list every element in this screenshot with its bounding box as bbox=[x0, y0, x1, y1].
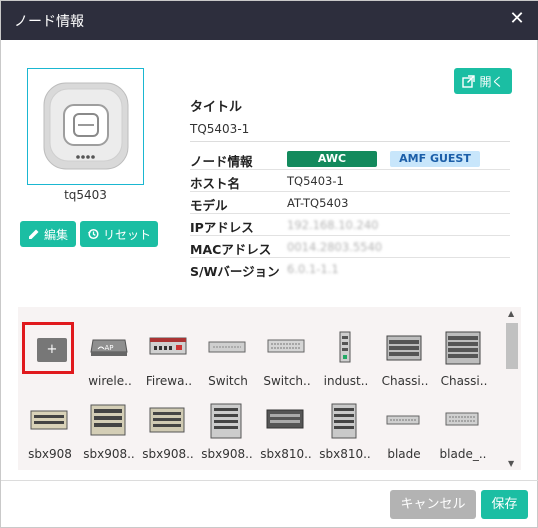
gallery-item-switch-2[interactable]: Switch.. bbox=[257, 322, 315, 388]
scrollbar-thumb[interactable] bbox=[506, 323, 518, 369]
gallery-label: Firewa.. bbox=[145, 374, 193, 388]
gallery-item-sbx908-2[interactable]: sbx908.. bbox=[79, 395, 137, 461]
gallery-item-chassis[interactable]: Chassi.. bbox=[375, 322, 433, 388]
gallery-label: sbx908.. bbox=[83, 447, 135, 461]
wireless-ap-icon: AP bbox=[90, 339, 128, 356]
gallery-label: indust.. bbox=[323, 374, 369, 388]
node-thumbnail bbox=[27, 68, 144, 185]
scroll-up-icon[interactable]: ▲ bbox=[508, 309, 514, 318]
row-value: 192.168.10.240 bbox=[287, 218, 379, 232]
pencil-icon bbox=[28, 229, 39, 239]
gallery-label: Switch bbox=[208, 374, 248, 388]
add-icon-button[interactable]: + bbox=[37, 338, 67, 362]
dialog-titlebar: ノード情報 ✕ bbox=[1, 1, 538, 40]
close-icon[interactable]: ✕ bbox=[507, 8, 527, 30]
gallery-item-blade-2[interactable]: blade_.. bbox=[433, 395, 491, 461]
row-key: MACアドレス bbox=[190, 242, 272, 257]
switch-icon bbox=[267, 339, 305, 353]
node-info-dialog: ノード情報 ✕ tq5403 編集 リセット 開く タイトル TQ5403-1 … bbox=[0, 0, 538, 528]
external-link-icon bbox=[462, 74, 476, 88]
node-label: tq5403 bbox=[64, 188, 107, 202]
open-button-label: 開く bbox=[479, 74, 504, 89]
title-heading: タイトル bbox=[190, 100, 243, 115]
switch-icon bbox=[208, 341, 246, 353]
gallery-scrollbar[interactable]: ▲ ▼ bbox=[505, 309, 519, 468]
gallery-label: sbx908.. bbox=[201, 447, 253, 461]
row-value: AT-TQ5403 bbox=[287, 196, 349, 210]
svg-text:AP: AP bbox=[104, 344, 113, 352]
sbx810-icon bbox=[331, 403, 357, 439]
blade-icon bbox=[386, 415, 420, 425]
gallery-item-industrial[interactable]: indust.. bbox=[316, 322, 374, 388]
sbx810-icon bbox=[266, 409, 304, 429]
open-button[interactable]: 開く bbox=[454, 68, 512, 94]
row-key: IPアドレス bbox=[190, 220, 254, 235]
model-row: モデル AT-TQ5403 bbox=[190, 192, 510, 214]
hostname-row: ホスト名 TQ5403-1 bbox=[190, 170, 510, 192]
row-key: S/Wバージョン bbox=[190, 264, 280, 279]
add-icon-highlight: + bbox=[22, 322, 74, 374]
edit-button-label: 編集 bbox=[43, 227, 68, 242]
gallery-label: sbx810.. bbox=[319, 447, 371, 461]
reset-button[interactable]: リセット bbox=[80, 221, 158, 247]
gallery-item-sbx908[interactable]: sbx908 bbox=[20, 395, 78, 461]
history-icon bbox=[87, 228, 99, 240]
gallery-item-wireless[interactable]: AP wirele.. bbox=[80, 322, 138, 388]
row-value: TQ5403-1 bbox=[287, 174, 344, 188]
gallery-item-sbx908-4[interactable]: sbx908.. bbox=[197, 395, 255, 461]
scroll-down-icon[interactable]: ▼ bbox=[508, 459, 514, 468]
gallery-item-firewall[interactable]: Firewa.. bbox=[139, 322, 197, 388]
ip-address-row: IPアドレス 192.168.10.240 bbox=[190, 214, 510, 236]
gallery-item-sbx810[interactable]: sbx810.. bbox=[256, 395, 314, 461]
gallery-item-chassis-2[interactable]: Chassi.. bbox=[434, 322, 492, 388]
chassis-icon bbox=[386, 335, 422, 361]
gallery-label: Chassi.. bbox=[381, 374, 429, 388]
row-value: 6.0.1-1.1 bbox=[287, 262, 339, 276]
row-key: ホスト名 bbox=[190, 176, 241, 191]
row-value: 0014.2803.5540 bbox=[287, 240, 383, 254]
industrial-switch-icon bbox=[339, 331, 351, 363]
title-value: TQ5403-1 bbox=[190, 122, 510, 142]
save-button[interactable]: 保存 bbox=[481, 490, 528, 519]
sbx908-icon bbox=[90, 404, 126, 436]
gallery-label: Chassi.. bbox=[440, 374, 488, 388]
sbx908-icon bbox=[149, 407, 185, 433]
edit-button[interactable]: 編集 bbox=[20, 221, 76, 247]
gallery-item-switch[interactable]: Switch bbox=[198, 322, 256, 388]
gallery-item-sbx810-2[interactable]: sbx810.. bbox=[315, 395, 373, 461]
gallery-label: Switch.. bbox=[263, 374, 311, 388]
sbx908-icon bbox=[30, 410, 68, 430]
chassis-icon bbox=[445, 331, 481, 365]
footer-divider bbox=[1, 480, 538, 481]
gallery-label: sbx908 bbox=[28, 447, 72, 461]
amf-guest-badge: AMF GUEST bbox=[390, 151, 480, 167]
gallery-label: blade bbox=[387, 447, 421, 461]
sw-version-row: S/Wバージョン 6.0.1-1.1 bbox=[190, 258, 510, 280]
gallery-label: sbx908.. bbox=[142, 447, 194, 461]
firewall-icon bbox=[149, 337, 187, 355]
gallery-item-blade[interactable]: blade bbox=[374, 395, 432, 461]
reset-button-label: リセット bbox=[102, 227, 151, 242]
mac-address-row: MACアドレス 0014.2803.5540 bbox=[190, 236, 510, 258]
gallery-label: wirele.. bbox=[88, 374, 132, 388]
awc-badge: AWC bbox=[287, 151, 377, 167]
cancel-button[interactable]: キャンセル bbox=[390, 490, 476, 519]
access-point-device-icon bbox=[43, 82, 129, 170]
sbx908-icon bbox=[210, 403, 242, 439]
node-info-row: ノード情報 AWC AMF GUEST bbox=[190, 148, 510, 170]
gallery-label: blade_.. bbox=[439, 447, 487, 461]
icon-gallery: AP wirele.. Firewa.. Switch Switch.. ind… bbox=[18, 307, 521, 470]
dialog-title: ノード情報 bbox=[14, 14, 84, 30]
row-key: ノード情報 bbox=[190, 154, 253, 169]
gallery-label: sbx810.. bbox=[260, 447, 312, 461]
row-key: モデル bbox=[190, 198, 228, 213]
blade-icon bbox=[445, 412, 479, 426]
gallery-item-sbx908-3[interactable]: sbx908.. bbox=[138, 395, 196, 461]
